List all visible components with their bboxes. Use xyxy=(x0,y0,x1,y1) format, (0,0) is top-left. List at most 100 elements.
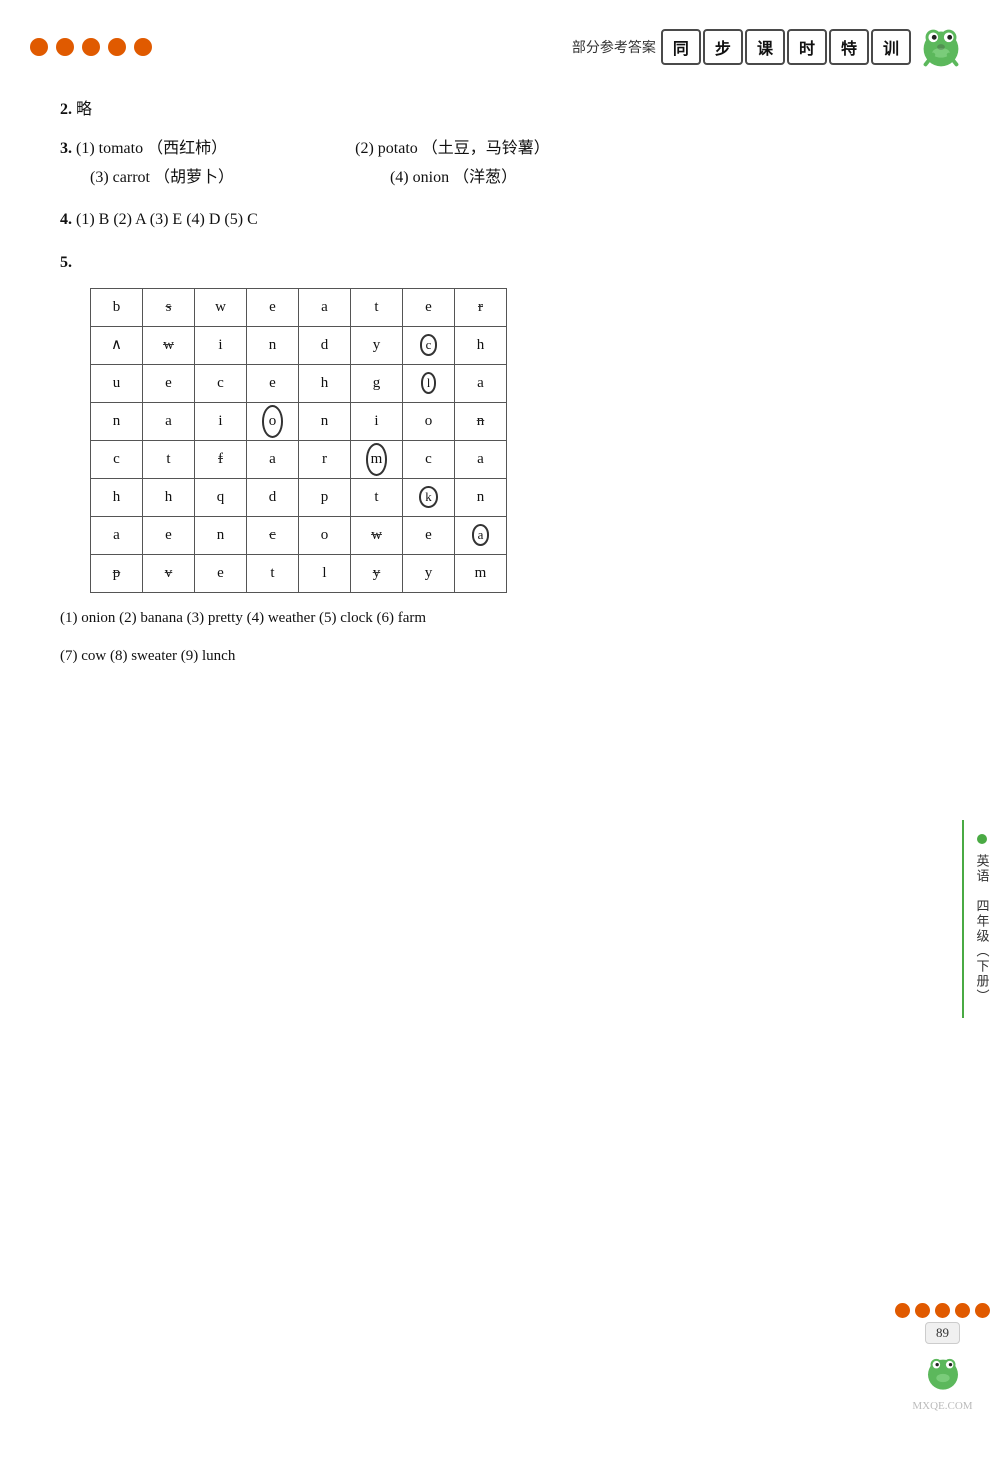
header-box-3: 课 xyxy=(745,29,785,65)
bottom-dot-5 xyxy=(975,1303,990,1318)
cell-0-2: w xyxy=(195,288,247,326)
cell-6-2: n xyxy=(195,516,247,554)
header-label: 部分参考答案 xyxy=(572,37,656,57)
cell-0-4: a xyxy=(299,288,351,326)
cell-7-6: y xyxy=(403,554,455,592)
question-2: 2. 略 xyxy=(60,96,940,125)
header-box-6: 训 xyxy=(871,29,911,65)
cell-0-7: r xyxy=(455,288,507,326)
cell-1-7: h xyxy=(455,326,507,364)
grid-row-7: p v e t l y y m xyxy=(91,554,507,592)
header-dot-4 xyxy=(108,38,126,56)
q5-answer-2: (7) cow (8) sweater (9) lunch xyxy=(60,648,235,664)
cell-2-1: e xyxy=(143,364,195,402)
q3-number: 3. xyxy=(60,140,76,157)
cell-2-7: a xyxy=(455,364,507,402)
q2-text: 略 xyxy=(76,101,92,118)
cell-7-3: t xyxy=(247,554,299,592)
question-5: 5. b s w e a t e r ∧ w i xyxy=(60,249,940,671)
cell-7-4: l xyxy=(299,554,351,592)
q5-answers-line-1: (1) onion (2) banana (3) pretty (4) weat… xyxy=(60,603,940,633)
cell-5-6: k xyxy=(403,478,455,516)
cell-4-5: m xyxy=(351,440,403,478)
q2-number: 2. xyxy=(60,101,76,118)
cell-7-1: v xyxy=(143,554,195,592)
q3-item-4: (4) onion （洋葱） xyxy=(390,169,517,186)
cell-0-0: b xyxy=(91,288,143,326)
q5-answers-line-2: (7) cow (8) sweater (9) lunch xyxy=(60,641,940,671)
grid-row-2: u e c e h g l a xyxy=(91,364,507,402)
cell-0-1: s xyxy=(143,288,195,326)
cell-7-0: p xyxy=(91,554,143,592)
bottom-dot-2 xyxy=(915,1303,930,1318)
grid-row-1: ∧ w i n d y c h xyxy=(91,326,507,364)
cell-1-4: d xyxy=(299,326,351,364)
header-boxes: 同 步 课 时 特 训 xyxy=(660,29,912,65)
cell-7-5: y xyxy=(351,554,403,592)
cell-6-7: a xyxy=(455,516,507,554)
cell-0-3: e xyxy=(247,288,299,326)
page-number: 89 xyxy=(936,1325,949,1340)
cell-0-6: e xyxy=(403,288,455,326)
cell-1-1: w xyxy=(143,326,195,364)
cell-4-6: c xyxy=(403,440,455,478)
cell-3-2: i xyxy=(195,402,247,440)
cell-2-3: e xyxy=(247,364,299,402)
cell-6-5: w xyxy=(351,516,403,554)
cell-3-5: i xyxy=(351,402,403,440)
mascot-icon xyxy=(912,18,970,76)
q5-answer-1: (1) onion (2) banana (3) pretty (4) weat… xyxy=(60,610,426,626)
cell-5-2: q xyxy=(195,478,247,516)
cell-5-0: h xyxy=(91,478,143,516)
q4-number: 4. xyxy=(60,211,76,228)
header-dot-2 xyxy=(56,38,74,56)
bottom-dot-1 xyxy=(895,1303,910,1318)
cell-6-1: e xyxy=(143,516,195,554)
bottom-mascot-icon xyxy=(918,1348,968,1398)
header-dot-1 xyxy=(30,38,48,56)
cell-5-7: n xyxy=(455,478,507,516)
header-dots-left xyxy=(30,38,152,56)
cell-3-1: a xyxy=(143,402,195,440)
cell-2-0: u xyxy=(91,364,143,402)
cell-1-5: y xyxy=(351,326,403,364)
q5-number: 5. xyxy=(60,254,72,271)
cell-5-5: t xyxy=(351,478,403,516)
side-text: 英语 四年级（下册） xyxy=(973,854,992,1004)
cell-4-7: a xyxy=(455,440,507,478)
cell-4-3: a xyxy=(247,440,299,478)
header-box-4: 时 xyxy=(787,29,827,65)
header-dot-3 xyxy=(82,38,100,56)
cell-2-6: l xyxy=(403,364,455,402)
cell-4-0: c xyxy=(91,440,143,478)
cell-2-5: g xyxy=(351,364,403,402)
cell-2-4: h xyxy=(299,364,351,402)
bottom-dot-4 xyxy=(955,1303,970,1318)
cell-3-6: o xyxy=(403,402,455,440)
q3-item-2: (2) potato （土豆，马铃薯） xyxy=(355,140,550,157)
side-label: 英语 四年级（下册） xyxy=(962,820,1000,1018)
cell-1-0: ∧ xyxy=(91,326,143,364)
side-dot xyxy=(977,834,987,844)
q3-item-3: (3) carrot （胡萝卜） xyxy=(90,169,234,186)
cell-1-3: n xyxy=(247,326,299,364)
cell-3-0: n xyxy=(91,402,143,440)
cell-4-2: f xyxy=(195,440,247,478)
q3-item-1: (1) tomato （西红柿） xyxy=(76,140,227,157)
cell-3-3: o xyxy=(247,402,299,440)
cell-6-6: e xyxy=(403,516,455,554)
cell-7-2: e xyxy=(195,554,247,592)
cell-5-1: h xyxy=(143,478,195,516)
grid-row-0: b s w e a t e r xyxy=(91,288,507,326)
cell-6-0: a xyxy=(91,516,143,554)
cell-1-2: i xyxy=(195,326,247,364)
grid-row-6: a e n c o w e a xyxy=(91,516,507,554)
cell-4-4: r xyxy=(299,440,351,478)
cell-5-4: p xyxy=(299,478,351,516)
bottom-dot-3 xyxy=(935,1303,950,1318)
cell-3-4: n xyxy=(299,402,351,440)
content: 2. 略 3. (1) tomato （西红柿） (2) potato （土豆，… xyxy=(0,86,1000,695)
cell-6-3: c xyxy=(247,516,299,554)
header-box-1: 同 xyxy=(661,29,701,65)
grid-row-4: c t f a r m c a xyxy=(91,440,507,478)
